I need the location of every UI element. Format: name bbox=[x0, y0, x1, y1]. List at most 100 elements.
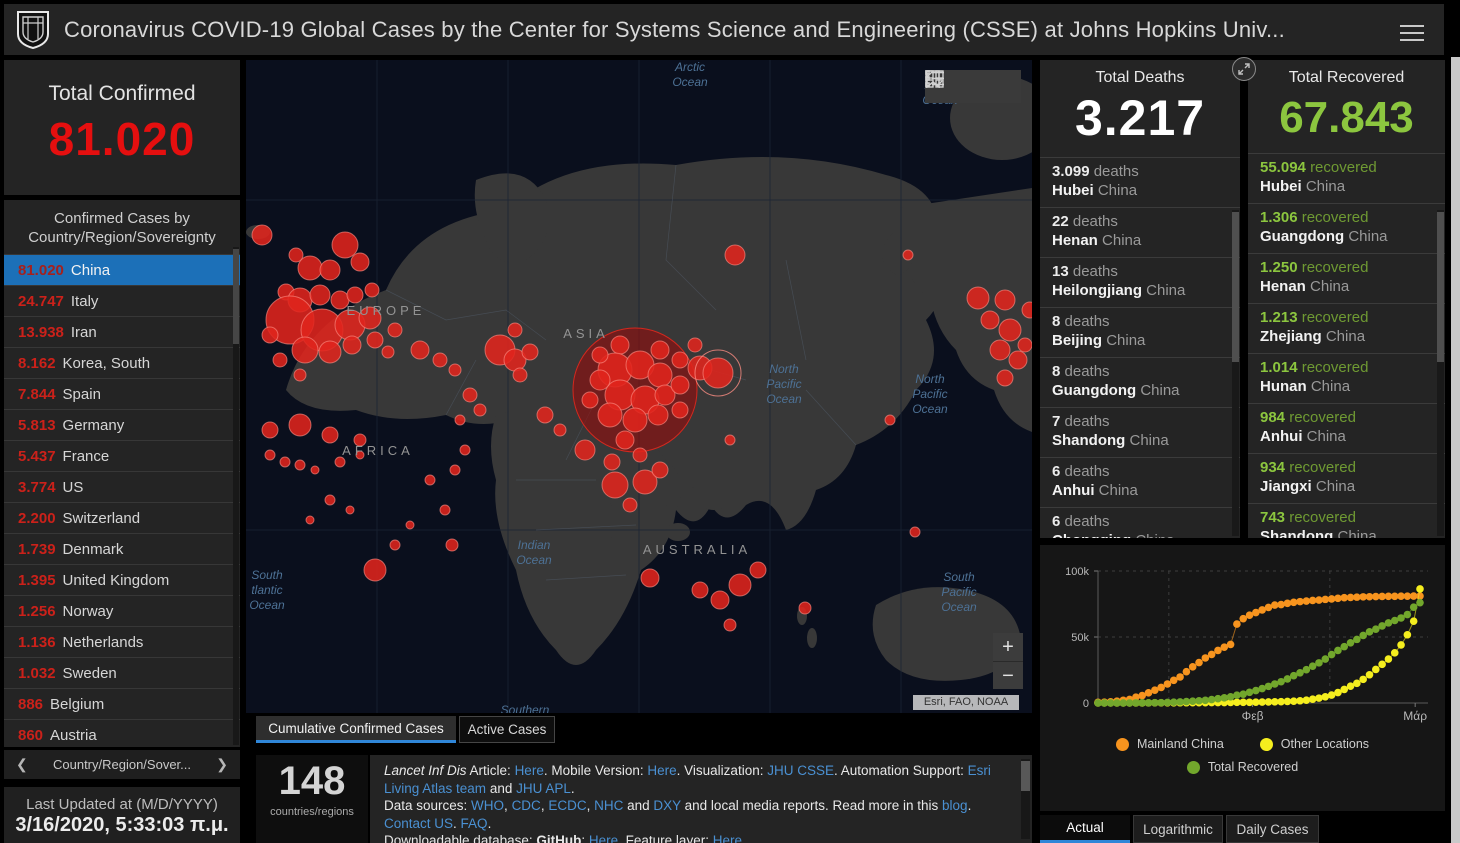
deaths-scrollbar[interactable] bbox=[1232, 210, 1239, 536]
case-bubble[interactable] bbox=[295, 460, 305, 470]
case-bubble[interactable] bbox=[411, 341, 429, 359]
case-bubble[interactable] bbox=[725, 245, 745, 265]
case-bubble[interactable] bbox=[671, 376, 689, 394]
info-scrollbar[interactable] bbox=[1021, 759, 1030, 839]
deaths-row-anhui[interactable]: 6 deathsAnhui China bbox=[1040, 457, 1240, 507]
case-bubble[interactable] bbox=[406, 521, 414, 529]
case-bubble[interactable] bbox=[604, 454, 620, 470]
case-bubble[interactable] bbox=[289, 414, 311, 436]
case-bubble[interactable] bbox=[252, 225, 272, 245]
link-here[interactable]: Here bbox=[647, 763, 676, 778]
case-bubble[interactable] bbox=[633, 448, 647, 462]
case-bubble[interactable] bbox=[997, 370, 1013, 386]
data-point-total-recovered[interactable] bbox=[1334, 647, 1342, 655]
data-point-other-locations[interactable] bbox=[1309, 695, 1317, 703]
case-bubble[interactable] bbox=[364, 559, 386, 581]
case-bubble[interactable] bbox=[981, 311, 999, 329]
case-bubble[interactable] bbox=[582, 392, 598, 408]
data-point-other-locations[interactable] bbox=[1366, 671, 1374, 679]
data-point-other-locations[interactable] bbox=[1410, 617, 1418, 625]
case-bubble[interactable] bbox=[903, 250, 913, 260]
link-blog[interactable]: blog bbox=[942, 798, 968, 813]
link-cdc[interactable]: CDC bbox=[512, 798, 541, 813]
data-point-other-locations[interactable] bbox=[1404, 631, 1412, 639]
case-bubble[interactable] bbox=[590, 370, 610, 390]
country-row-us[interactable]: 3.774US bbox=[4, 471, 240, 502]
recovered-row-hubei[interactable]: 55.094 recoveredHubei China bbox=[1248, 153, 1445, 203]
data-point-mainland-china[interactable] bbox=[1208, 651, 1216, 659]
map-canvas[interactable] bbox=[246, 60, 1032, 713]
recovered-row-anhui[interactable]: 984 recoveredAnhui China bbox=[1248, 403, 1445, 453]
link-who[interactable]: WHO bbox=[471, 798, 504, 813]
legend-item-other-locations[interactable]: Other Locations bbox=[1260, 737, 1369, 751]
case-bubble[interactable] bbox=[725, 435, 735, 445]
tab-actual[interactable]: Actual bbox=[1040, 815, 1130, 843]
recovered-row-henan[interactable]: 1.250 recoveredHenan China bbox=[1248, 253, 1445, 303]
case-bubble[interactable] bbox=[446, 539, 458, 551]
case-bubble[interactable] bbox=[648, 363, 672, 387]
case-bubble[interactable] bbox=[885, 415, 895, 425]
deaths-row-beijing[interactable]: 8 deathsBeijing China bbox=[1040, 307, 1240, 357]
country-row-spain[interactable]: 7.844Spain bbox=[4, 378, 240, 409]
case-bubble[interactable] bbox=[440, 505, 450, 515]
zoom-in-button[interactable]: + bbox=[993, 633, 1023, 662]
case-bubble[interactable] bbox=[522, 344, 538, 360]
case-bubble[interactable] bbox=[641, 569, 659, 587]
recovered-scrollbar[interactable] bbox=[1437, 210, 1444, 536]
data-point-mainland-china[interactable] bbox=[1416, 592, 1424, 600]
data-point-total-recovered[interactable] bbox=[1227, 693, 1235, 701]
case-bubble[interactable] bbox=[390, 540, 400, 550]
tab-daily-cases[interactable]: Daily Cases bbox=[1226, 815, 1319, 843]
deaths-row-heilongjiang[interactable]: 13 deathsHeilongjiang China bbox=[1040, 257, 1240, 307]
case-bubble[interactable] bbox=[450, 465, 460, 475]
case-bubble[interactable] bbox=[999, 319, 1021, 341]
link-contact-us[interactable]: Contact US bbox=[384, 816, 453, 831]
case-bubble[interactable] bbox=[711, 591, 729, 609]
case-bubble[interactable] bbox=[294, 369, 306, 381]
case-bubble[interactable] bbox=[598, 403, 622, 427]
link-jhu-apl[interactable]: JHU APL bbox=[516, 781, 571, 796]
data-point-total-recovered[interactable] bbox=[1328, 651, 1336, 659]
case-bubble[interactable] bbox=[651, 341, 669, 359]
case-bubble[interactable] bbox=[351, 253, 369, 271]
legend-item-mainland-china[interactable]: Mainland China bbox=[1116, 737, 1224, 751]
case-bubble[interactable] bbox=[322, 427, 338, 443]
case-bubble[interactable] bbox=[672, 352, 688, 368]
deaths-row-chongqing[interactable]: 6 deathsChongqing China bbox=[1040, 507, 1240, 538]
case-bubble[interactable] bbox=[513, 368, 527, 382]
recovered-row-zhejiang[interactable]: 1.213 recoveredZhejiang China bbox=[1248, 303, 1445, 353]
data-point-total-recovered[interactable] bbox=[1321, 655, 1329, 663]
legend-item-total-recovered[interactable]: Total Recovered bbox=[1187, 760, 1298, 774]
case-bubble[interactable] bbox=[648, 405, 668, 425]
case-bubble[interactable] bbox=[990, 340, 1010, 360]
data-point-mainland-china[interactable] bbox=[1189, 663, 1197, 671]
case-bubble[interactable] bbox=[799, 602, 811, 614]
country-row-italy[interactable]: 24.747Italy bbox=[4, 285, 240, 316]
case-bubble[interactable] bbox=[592, 347, 608, 363]
link-here[interactable]: Here bbox=[515, 763, 544, 778]
case-bubble[interactable] bbox=[382, 346, 394, 358]
country-row-iran[interactable]: 13.938Iran bbox=[4, 316, 240, 347]
link-ecdc[interactable]: ECDC bbox=[548, 798, 586, 813]
country-row-korea-south[interactable]: 8.162Korea, South bbox=[4, 347, 240, 378]
data-point-other-locations[interactable] bbox=[1397, 641, 1405, 649]
case-bubble[interactable] bbox=[346, 506, 354, 514]
case-bubble[interactable] bbox=[365, 283, 379, 297]
country-row-denmark[interactable]: 1.739Denmark bbox=[4, 533, 240, 564]
case-bubble[interactable] bbox=[703, 358, 733, 388]
case-bubble[interactable] bbox=[332, 232, 358, 258]
case-bubble[interactable] bbox=[265, 450, 275, 460]
zoom-out-button[interactable]: − bbox=[993, 662, 1023, 690]
case-bubble[interactable] bbox=[688, 338, 702, 352]
case-bubble[interactable] bbox=[262, 422, 278, 438]
data-point-mainland-china[interactable] bbox=[1183, 668, 1191, 676]
data-point-other-locations[interactable] bbox=[1385, 655, 1393, 663]
data-point-other-locations[interactable] bbox=[1378, 661, 1386, 669]
country-row-france[interactable]: 5.437France bbox=[4, 440, 240, 471]
page-scrollbar[interactable] bbox=[1451, 57, 1460, 843]
pager-prev-icon[interactable]: ❮ bbox=[16, 756, 28, 773]
case-bubble[interactable] bbox=[320, 260, 340, 280]
tab-cumulative-confirmed-cases[interactable]: Cumulative Confirmed Cases bbox=[256, 716, 456, 743]
case-bubble[interactable] bbox=[310, 285, 330, 305]
case-bubble[interactable] bbox=[331, 291, 349, 309]
